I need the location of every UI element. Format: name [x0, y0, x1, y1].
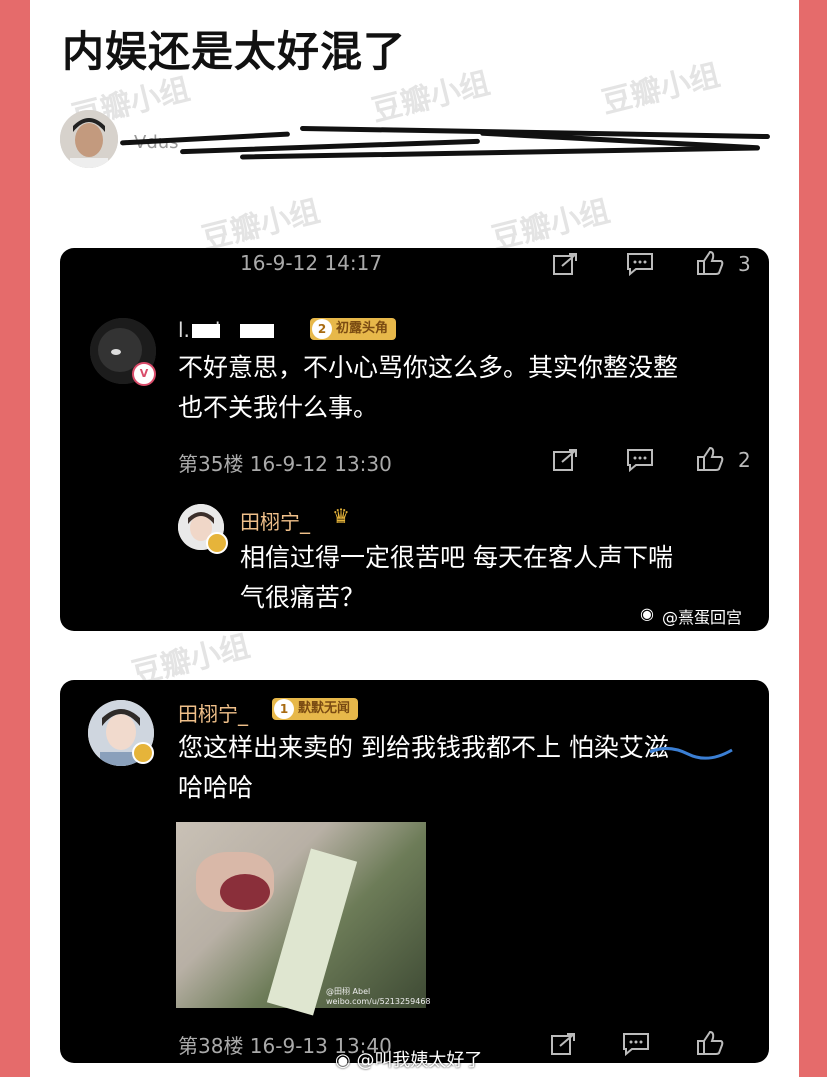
post-title: 内娱还是太好混了: [62, 27, 407, 76]
comment-text-line: 哈哈哈: [178, 773, 254, 802]
like-count: 2: [738, 448, 751, 472]
reply-text-line: 相信过得一定很苦吧 每天在客人声下喘: [240, 543, 673, 572]
left-frame-border: [0, 0, 30, 1077]
share-icon[interactable]: [550, 1032, 576, 1056]
name-redaction: [192, 324, 220, 338]
comment-icon[interactable]: [626, 252, 654, 276]
medal-level: 1: [274, 699, 294, 719]
source-watermark: @熹蛋回宫: [662, 608, 743, 627]
photo-caption-line: @田栩 Abel: [326, 987, 371, 996]
medal-text: 初露头角: [336, 321, 389, 336]
share-icon[interactable]: [552, 252, 578, 276]
comment-text: 不好意思，不小心骂你这么多。其实你整没整 也不关我什么事。: [178, 348, 678, 428]
fan-medal-badge: 2 初露头角: [310, 318, 397, 340]
verified-badge-icon: V: [132, 362, 156, 386]
fan-medal-badge: 1 默默无闻: [272, 698, 359, 720]
photo-tongue: [220, 874, 270, 910]
like-icon[interactable]: [696, 446, 724, 472]
footer-watermark-text: @叫我姨太好了: [356, 1050, 483, 1071]
medal-text: 默默无闻: [298, 701, 351, 716]
comment-text-line: 您这样出来卖的 到给我钱我都不上 怕染艾滋: [178, 733, 669, 762]
gold-verified-icon: [132, 742, 154, 764]
poster-avatar[interactable]: [60, 110, 118, 168]
comment-icon[interactable]: [626, 448, 654, 472]
poster-row: Vdus: [60, 110, 771, 172]
reply-text: 相信过得一定很苦吧 每天在客人声下喘 气很痛苦？: [240, 538, 673, 618]
comment-text-line: 不好意思，不小心骂你这么多。其实你整没整: [178, 353, 679, 382]
like-icon[interactable]: [696, 250, 724, 276]
photo-caption: @田栩 Abel weibo.com/u/5213259468: [326, 986, 431, 1006]
gold-verified-icon: [206, 532, 228, 554]
strike-scribble: [649, 747, 733, 760]
replier-name[interactable]: 田栩宁_: [240, 506, 310, 535]
like-icon[interactable]: [696, 1030, 724, 1056]
name-redaction: [240, 324, 274, 338]
footer-watermark: ◉ @叫我姨太好了: [335, 1050, 483, 1071]
comment-text: 您这样出来卖的 到给我钱我都不上 怕染艾滋 哈哈哈: [178, 728, 669, 808]
top-timestamp: 16-9-12 14:17: [240, 251, 383, 275]
photo-caption-line: weibo.com/u/5213259468: [326, 997, 431, 1006]
share-icon[interactable]: [552, 448, 578, 472]
weibo-logo-icon: ◉: [640, 604, 654, 623]
comment-icon[interactable]: [622, 1032, 650, 1056]
crown-icon: ♛: [332, 504, 350, 528]
comment-text-line: 也不关我什么事。: [178, 393, 379, 422]
commenter-name[interactable]: 田栩宁_: [178, 698, 248, 727]
reply-text-line: 气很痛苦？: [240, 583, 366, 612]
comment-screenshot-2: 田栩宁_ 1 默默无闻 您这样出来卖的 到给我钱我都不上 怕染艾滋 哈哈哈 @田…: [60, 680, 769, 1063]
medal-level: 2: [312, 319, 332, 339]
like-count: 3: [738, 252, 751, 276]
floor-timestamp: 第35楼 16-9-12 13:30: [178, 452, 392, 476]
attached-photo[interactable]: @田栩 Abel weibo.com/u/5213259468: [176, 822, 431, 1016]
right-frame-border: [799, 0, 827, 1077]
comment-screenshot-1: 16-9-12 14:17 3 V l...el 2 初露头角 不好意思，不小心…: [60, 248, 769, 631]
